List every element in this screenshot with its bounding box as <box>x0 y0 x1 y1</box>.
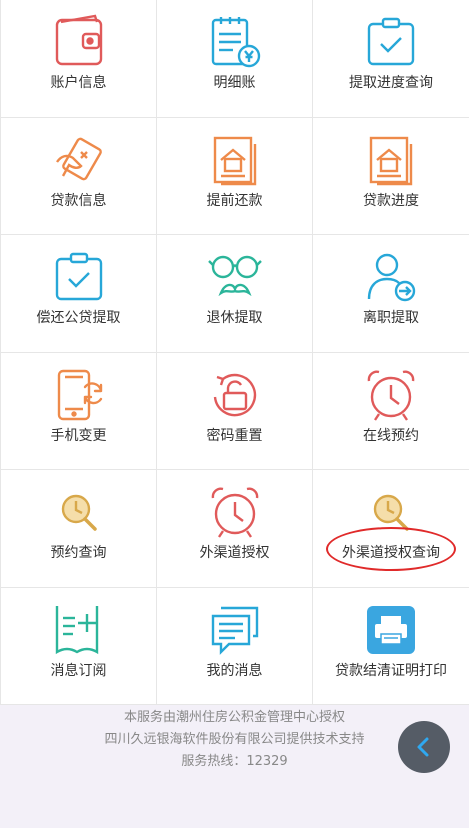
user-exit-icon <box>363 249 419 305</box>
unlock-icon <box>207 367 263 423</box>
menu-item-label: 手机变更 <box>50 427 107 444</box>
menu-item-withdraw-progress[interactable]: 提取进度查询 <box>313 0 469 118</box>
menu-item-label: 退休提取 <box>206 310 263 326</box>
menu-item-label: 预约查询 <box>50 545 107 561</box>
menu-item-label: 偿还公贷提取 <box>36 310 121 326</box>
service-grid: 账户信息 明细账 提取进度查询 贷款信息 提前还款 贷款进度 偿还公贷提取 退休… <box>0 0 469 705</box>
menu-item-phone-change[interactable]: 手机变更 <box>1 352 157 470</box>
menu-item-account-info[interactable]: 账户信息 <box>1 0 157 118</box>
menu-item-label: 离职提取 <box>363 310 419 326</box>
wallet-icon <box>51 14 107 70</box>
menu-item-label: 密码重置 <box>206 427 263 444</box>
menu-item-label: 提取进度查询 <box>349 75 433 91</box>
menu-item-retirement-withdraw[interactable]: 退休提取 <box>157 235 313 353</box>
menu-item-loan-progress[interactable]: 贷款进度 <box>313 118 469 235</box>
menu-item-label: 我的消息 <box>206 662 263 679</box>
printer-icon <box>363 602 419 658</box>
menu-item-label: 贷款结清证明打印 <box>335 662 447 679</box>
magnifier-icon <box>51 484 107 540</box>
alarm-clock-icon <box>363 367 419 423</box>
menu-item-password-reset[interactable]: 密码重置 <box>157 352 313 470</box>
menu-item-message-subscribe[interactable]: 消息订阅 <box>1 587 157 705</box>
subscribe-list-icon <box>51 602 107 658</box>
menu-item-booking-query[interactable]: 预约查询 <box>1 470 157 588</box>
chevron-left-icon <box>417 737 429 757</box>
house-doc-icon <box>207 132 263 188</box>
phone-refresh-icon <box>51 367 107 423</box>
menu-item-external-auth[interactable]: 外渠道授权 <box>157 470 313 588</box>
menu-item-label: 在线预约 <box>363 427 419 444</box>
menu-item-repay-public-loan[interactable]: 偿还公贷提取 <box>1 235 157 353</box>
menu-item-label: 账户信息 <box>50 75 107 91</box>
menu-item-my-messages[interactable]: 我的消息 <box>157 587 313 705</box>
menu-item-label: 贷款信息 <box>50 192 107 209</box>
menu-item-ledger[interactable]: 明细账 <box>157 0 313 118</box>
menu-item-online-booking[interactable]: 在线预约 <box>313 353 469 470</box>
footer-authorization: 本服务由潮州住房公积金管理中心授权 <box>123 710 345 725</box>
menu-item-label: 明细账 <box>213 75 256 91</box>
menu-item-label: 外渠道授权 <box>199 545 270 561</box>
chat-bubbles-icon <box>207 602 263 658</box>
menu-item-resign-withdraw[interactable]: 离职提取 <box>313 235 469 353</box>
menu-item-label: 贷款进度 <box>363 192 419 209</box>
menu-item-loan-clearance-print[interactable]: 贷款结清证明打印 <box>313 588 469 705</box>
alarm-clock-icon <box>207 484 263 540</box>
glasses-mustache-icon <box>207 249 263 305</box>
back-button[interactable] <box>398 721 450 773</box>
ledger-icon <box>207 14 263 70</box>
clipboard-check-icon <box>51 249 107 305</box>
menu-item-label: 消息订阅 <box>50 662 107 679</box>
menu-item-label: 外渠道授权查询 <box>342 545 440 561</box>
menu-item-loan-info[interactable]: 贷款信息 <box>1 117 157 235</box>
house-doc-icon <box>363 132 419 188</box>
loan-card-icon <box>51 132 107 188</box>
menu-item-external-auth-query[interactable]: 外渠道授权查询 <box>313 470 469 588</box>
menu-item-early-repay[interactable]: 提前还款 <box>157 117 313 235</box>
menu-item-label: 提前还款 <box>206 192 263 209</box>
magnifier-icon <box>363 484 419 540</box>
clipboard-check-icon <box>363 14 419 70</box>
